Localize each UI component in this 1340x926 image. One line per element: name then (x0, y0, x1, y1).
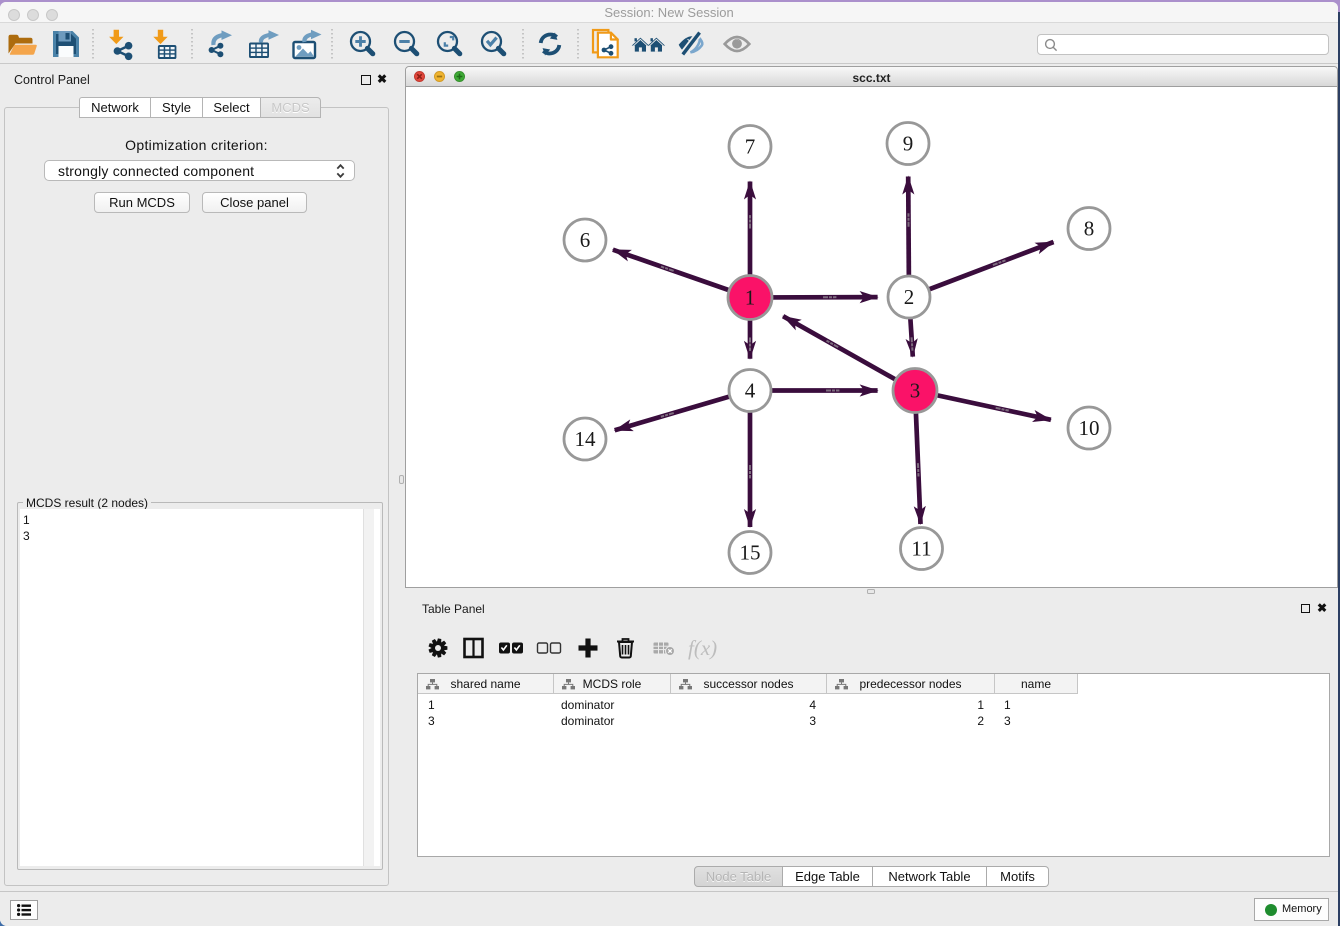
svg-text:1: 1 (745, 286, 756, 310)
svg-text:6: 6 (580, 228, 591, 252)
svg-text:10: 10 (1079, 416, 1100, 440)
svg-text:11: 11 (911, 537, 931, 561)
svg-text:2: 2 (904, 285, 915, 309)
svg-text:3: 3 (910, 379, 921, 403)
svg-text:14: 14 (575, 427, 597, 451)
svg-text:15: 15 (740, 541, 761, 565)
svg-text:f(x): f(x) (688, 636, 717, 660)
svg-text:7: 7 (745, 135, 756, 159)
svg-text:8: 8 (1084, 217, 1095, 241)
svg-text:9: 9 (903, 132, 914, 156)
svg-text:4: 4 (745, 379, 756, 403)
